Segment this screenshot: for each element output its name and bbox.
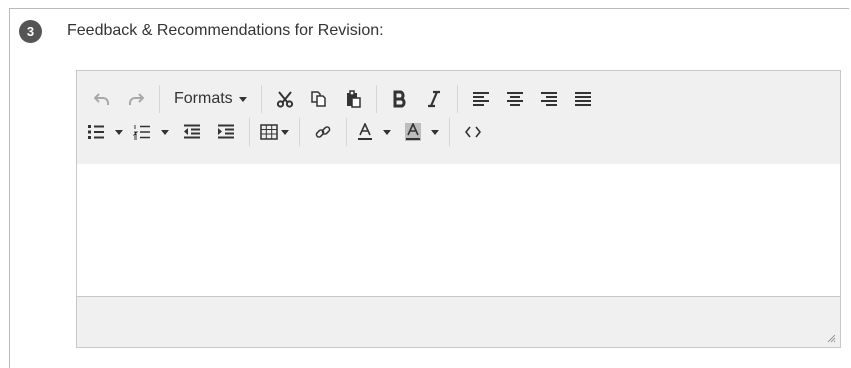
formats-dropdown-label: Formats [174,90,233,107]
paste-button[interactable] [336,84,370,114]
resize-handle-icon[interactable] [826,333,836,343]
bold-icon [393,90,406,108]
editor-toolbar: Formats [77,71,840,165]
align-center-button[interactable] [498,84,532,114]
indent-button[interactable] [209,117,243,147]
editor-statusbar [77,296,840,347]
indent-icon [218,124,234,139]
chevron-down-icon [238,96,247,102]
align-justify-button[interactable] [566,84,600,114]
bullet-list-button[interactable] [85,117,125,147]
outdent-icon [184,124,200,139]
toolbar-row-1: Formats [85,82,600,116]
align-right-button[interactable] [532,84,566,114]
align-left-icon [472,92,489,106]
chevron-down-icon [281,129,289,135]
numbered-list-button[interactable] [131,117,171,147]
bullet-list-icon [88,125,104,139]
toolbar-separator [299,118,300,146]
numbered-list-icon [133,125,150,140]
redo-icon [129,93,144,105]
align-justify-icon [574,92,591,106]
italic-icon [427,90,440,108]
link-button[interactable] [306,117,340,147]
step-number-badge: 3 [19,20,42,43]
bold-button[interactable] [383,84,417,114]
cut-icon [276,91,293,108]
cut-button[interactable] [268,84,302,114]
source-code-icon [465,126,481,138]
background-color-button[interactable] [401,117,443,147]
chevron-down-icon [431,129,439,135]
rich-text-editor: Formats [76,70,841,348]
chevron-down-icon [115,129,123,135]
editor-content-area[interactable] [77,164,840,298]
toolbar-separator [375,85,377,113]
align-center-icon [506,92,523,106]
table-icon [260,124,278,140]
section-label: Feedback & Recommendations for Revision: [67,22,384,39]
toolbar-separator [260,85,262,113]
toolbar-separator [249,118,250,146]
text-color-button[interactable] [353,117,395,147]
align-left-button[interactable] [464,84,498,114]
toolbar-separator [449,118,450,146]
outdent-button[interactable] [175,117,209,147]
chevron-down-icon [161,129,169,135]
text-color-icon [358,123,372,140]
source-code-button[interactable] [456,117,490,147]
italic-button[interactable] [417,84,451,114]
copy-icon [310,91,326,107]
copy-button[interactable] [302,84,336,114]
link-icon [315,126,331,138]
align-right-icon [540,92,557,106]
toolbar-row-2 [85,115,490,149]
toolbar-separator [346,118,347,146]
toolbar-separator [456,85,458,113]
undo-button[interactable] [85,84,119,114]
toolbar-separator [159,85,160,113]
chevron-down-icon [383,129,391,135]
undo-icon [94,93,109,105]
background-color-icon [405,123,421,141]
paste-icon [346,90,361,108]
formats-dropdown[interactable]: Formats [166,84,255,114]
table-dropdown[interactable] [256,117,293,147]
redo-button[interactable] [119,84,153,114]
